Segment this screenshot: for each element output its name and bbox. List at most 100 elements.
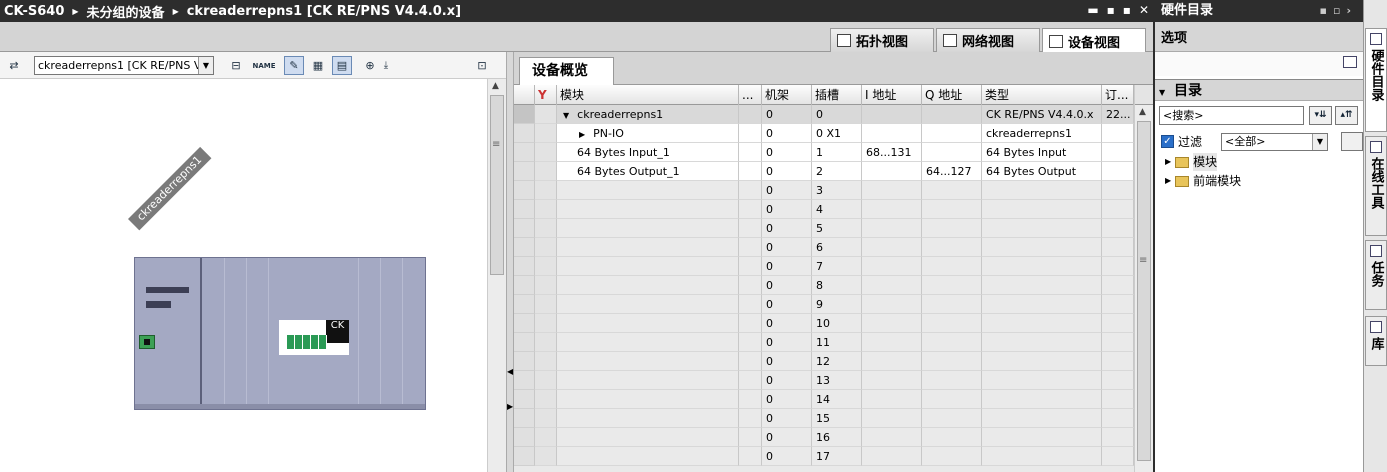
table-row[interactable]: 0 11 [514,333,1134,352]
chevron-down-icon[interactable]: ▼ [563,106,569,123]
cell-q-address[interactable] [922,428,982,447]
cell-type[interactable] [982,428,1102,447]
cell-more[interactable] [739,238,762,257]
cell-more[interactable] [739,371,762,390]
cell-type[interactable] [982,352,1102,371]
close-icon[interactable]: ✕ [1139,3,1149,17]
row-selector[interactable] [514,181,535,200]
cell-type[interactable]: 64 Bytes Input [982,143,1102,162]
cell-q-address[interactable] [922,105,982,124]
cell-order[interactable] [1102,143,1134,162]
col-q-address[interactable]: Q 地址 [922,85,982,105]
cell-q-address[interactable] [922,314,982,333]
cell-q-address[interactable] [922,143,982,162]
row-selector[interactable] [514,314,535,333]
cell-slot[interactable]: 4 [812,200,862,219]
row-selector[interactable] [514,390,535,409]
cell-more[interactable] [739,257,762,276]
cell-more[interactable] [739,105,762,124]
cell-i-address[interactable] [862,219,922,238]
cell-q-address[interactable] [922,257,982,276]
row-selector[interactable] [514,295,535,314]
network-settings-icon[interactable]: ⊟ [226,56,246,75]
table-row[interactable]: 05 [514,219,1134,238]
device-select[interactable]: ckreaderrepns1 [CK RE/PNS V ▼ [34,56,214,75]
cell-more[interactable] [739,295,762,314]
cell-order[interactable] [1102,257,1134,276]
cell-rack[interactable]: 0 [762,333,812,352]
cell-type[interactable] [982,276,1102,295]
cell-order[interactable] [1102,333,1134,352]
cell-rack[interactable]: 0 [762,371,812,390]
cell-module[interactable]: 64 Bytes Input_1 [557,143,739,162]
table-row[interactable]: 0 14 [514,390,1134,409]
canvas-scrollbar[interactable]: ▲ ≡ [487,79,506,472]
filter-select[interactable]: <全部> ▼ [1221,133,1328,151]
cell-i-address[interactable] [862,200,922,219]
cell-type[interactable] [982,238,1102,257]
cell-order[interactable] [1102,276,1134,295]
cell-slot[interactable]: 13 [812,371,862,390]
row-selector[interactable] [514,276,535,295]
device-rack[interactable]: CK [134,257,426,410]
cell-rack[interactable]: 0 [762,181,812,200]
cell-slot[interactable]: 0 [812,105,862,124]
cell-more[interactable] [739,352,762,371]
cell-slot[interactable]: 15 [812,409,862,428]
device-tree-icon[interactable]: ⇄ [4,56,24,75]
table-row[interactable]: ▼ ckreaderrepns1 0 0 CK RE/PNS V4.4.0.x 22... [514,105,1134,124]
cell-order[interactable] [1102,352,1134,371]
cell-type[interactable] [982,371,1102,390]
cell-q-address[interactable]: 64...127 [922,162,982,181]
cell-type[interactable] [982,295,1102,314]
cell-i-address[interactable] [862,428,922,447]
cell-type[interactable] [982,314,1102,333]
cell-type[interactable]: CK RE/PNS V4.4.0.x [982,105,1102,124]
cell-slot[interactable]: 0 X1 [812,124,862,143]
col-rack[interactable]: 机架 [762,85,812,105]
cell-more[interactable] [739,390,762,409]
cell-slot[interactable]: 6 [812,238,862,257]
cell-module[interactable] [557,181,739,200]
cell-module[interactable]: ▼ ckreaderrepns1 [557,105,739,124]
col-i-address[interactable]: I 地址 [862,85,922,105]
chevron-right-icon[interactable]: ▶ [579,125,585,142]
panel-layout-icon[interactable] [1343,56,1357,68]
cell-order[interactable] [1102,181,1134,200]
side-tab-online-tools[interactable]: 在线工具 [1365,136,1387,236]
cell-i-address[interactable] [862,409,922,428]
cell-order[interactable] [1102,124,1134,143]
cell-slot[interactable]: 12 [812,352,862,371]
cell-i-address[interactable] [862,276,922,295]
tab-device-overview[interactable]: 设备概览 [519,57,614,85]
col-order[interactable]: 订... [1102,85,1134,105]
cell-rack[interactable]: 0 [762,447,812,466]
cell-more[interactable] [739,276,762,295]
cell-more[interactable] [739,409,762,428]
collapse-right-icon[interactable]: ▶ [507,402,513,411]
cell-module[interactable] [557,238,739,257]
cell-q-address[interactable] [922,447,982,466]
cell-q-address[interactable] [922,295,982,314]
table-row[interactable]: 06 [514,238,1134,257]
scroll-thumb[interactable] [490,95,504,275]
cell-more[interactable] [739,162,762,181]
cell-module[interactable] [557,352,739,371]
cell-type[interactable] [982,219,1102,238]
cell-i-address[interactable] [862,390,922,409]
panel-controls[interactable]: ▪▫› [1320,0,1357,22]
cell-more[interactable] [739,124,762,143]
cell-rack[interactable]: 0 [762,314,812,333]
cell-more[interactable] [739,200,762,219]
cell-slot[interactable]: 8 [812,276,862,295]
row-selector[interactable] [514,162,535,181]
cell-rack[interactable]: 0 [762,428,812,447]
tab-device-view[interactable]: 设备视图 [1042,28,1146,53]
table-row[interactable]: 03 [514,181,1134,200]
side-tab-libraries[interactable]: 库 [1365,316,1387,366]
filter-checkbox[interactable]: ✓ [1161,135,1174,148]
table-scrollbar[interactable]: ▲ ≡ [1134,85,1154,472]
side-tab-tasks[interactable]: 任务 [1365,240,1387,310]
catalog-header[interactable]: ▼ 目录 [1155,79,1363,101]
table-row[interactable]: 0 10 [514,314,1134,333]
